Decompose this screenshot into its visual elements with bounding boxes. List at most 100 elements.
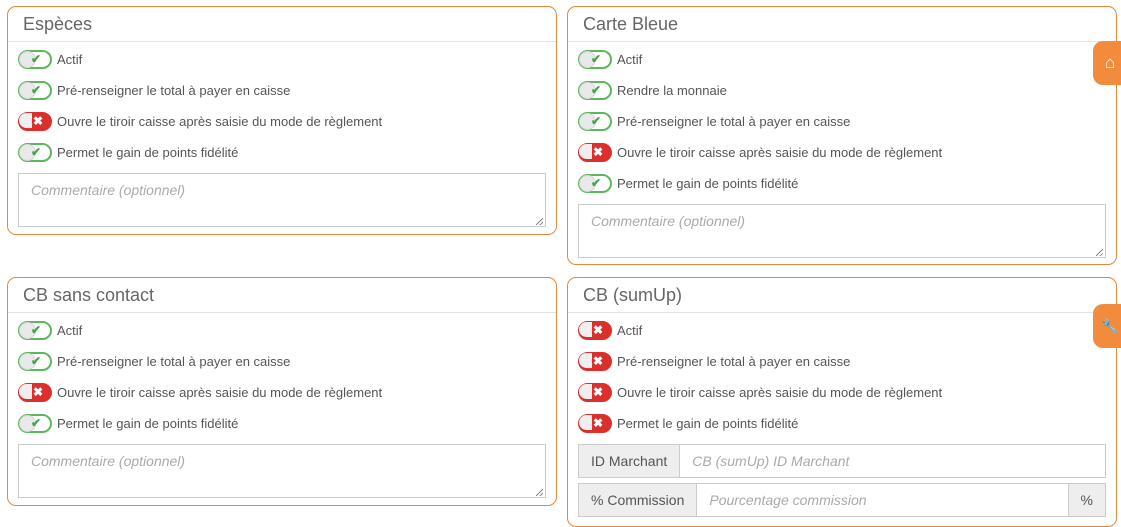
home-icon: ⌂: [1104, 53, 1116, 72]
commission-input[interactable]: Pourcentage commission: [697, 484, 1067, 516]
toggle-row: ✔ Pré-renseigner le total à payer en cai…: [18, 346, 556, 377]
toggle-switch[interactable]: ✔: [578, 50, 612, 69]
cross-icon: ✖: [33, 114, 44, 128]
toggle-label: Actif: [617, 52, 643, 67]
percent-suffix: %: [1067, 484, 1105, 516]
toggle-switch[interactable]: ✔: [18, 321, 52, 340]
commission-group: % Commission Pourcentage commission %: [578, 483, 1106, 517]
resize-grip-icon[interactable]: [536, 218, 543, 225]
merchant-id-addon: ID Marchant: [579, 445, 681, 477]
toggle-switch[interactable]: ✔: [18, 50, 52, 69]
toggle-label: Ouvre le tiroir caisse après saisie du m…: [617, 385, 943, 400]
toggle-label: Permet le gain de points fidélité: [617, 416, 799, 431]
toggle-row: ✖ Ouvre le tiroir caisse après saisie du…: [578, 137, 1116, 168]
toggle-switch[interactable]: ✖: [578, 352, 612, 371]
toggle-row: ✔ Permet le gain de points fidélité: [578, 168, 1116, 199]
toggle-label: Permet le gain de points fidélité: [617, 176, 799, 191]
check-icon: ✔: [591, 83, 602, 97]
toggle-label: Permet le gain de points fidélité: [57, 416, 239, 431]
toggle-label: Actif: [57, 323, 83, 338]
cross-icon: ✖: [593, 416, 604, 430]
toggle-label: Actif: [617, 323, 643, 338]
toggle-switch[interactable]: ✔: [18, 81, 52, 100]
toggle-row: ✔ Rendre la monnaie: [578, 75, 1116, 106]
toggle-row: ✖ Ouvre le tiroir caisse après saisie du…: [18, 377, 556, 408]
check-icon: ✔: [31, 83, 42, 97]
toggle-label: Rendre la monnaie: [617, 83, 727, 98]
cross-icon: ✖: [593, 323, 604, 337]
check-icon: ✔: [591, 52, 602, 66]
commission-addon: % Commission: [579, 484, 698, 516]
toggle-switch[interactable]: ✖: [18, 383, 52, 402]
resize-grip-icon[interactable]: [1096, 249, 1103, 256]
check-icon: ✔: [591, 176, 602, 190]
cross-icon: ✖: [593, 385, 604, 399]
resize-grip-icon[interactable]: [536, 489, 543, 496]
panel-title: Carte Bleue: [568, 7, 1116, 42]
toggle-switch[interactable]: ✔: [18, 352, 52, 371]
toggle-label: Ouvre le tiroir caisse après saisie du m…: [57, 385, 383, 400]
check-icon: ✔: [31, 416, 42, 430]
toggle-row: ✖ Permet le gain de points fidélité: [578, 408, 1116, 439]
toggle-label: Ouvre le tiroir caisse après saisie du m…: [617, 145, 943, 160]
toggle-switch[interactable]: ✖: [578, 321, 612, 340]
check-icon: ✔: [31, 354, 42, 368]
comment-textarea[interactable]: Commentaire (optionnel): [18, 173, 546, 227]
settings-button[interactable]: 🔧: [1093, 304, 1121, 348]
comment-textarea[interactable]: Commentaire (optionnel): [18, 444, 546, 498]
comment-placeholder: Commentaire (optionnel): [31, 182, 186, 198]
toggle-switch[interactable]: ✖: [18, 112, 52, 131]
cross-icon: ✖: [593, 354, 604, 368]
toggle-label: Permet le gain de points fidélité: [57, 145, 239, 160]
toggle-switch[interactable]: ✔: [18, 414, 52, 433]
panel-cb-sans-contact: CB sans contact ✔ Actif ✔ Pré-renseigner…: [7, 277, 557, 506]
check-icon: ✔: [31, 145, 42, 159]
toggle-label: Pré-renseigner le total à payer en caiss…: [617, 114, 851, 129]
toggle-row: ✔ Actif: [578, 44, 1116, 75]
toggle-switch[interactable]: ✔: [18, 143, 52, 162]
toggle-row: ✖ Pré-renseigner le total à payer en cai…: [578, 346, 1116, 377]
toggle-label: Pré-renseigner le total à payer en caiss…: [57, 354, 291, 369]
toggle-row: ✔ Pré-renseigner le total à payer en cai…: [578, 106, 1116, 137]
panel-cb-sumup: CB (sumUp) ✖ Actif ✖ Pré-renseigner le t…: [567, 277, 1117, 527]
comment-placeholder: Commentaire (optionnel): [31, 453, 186, 469]
toggle-row: ✖ Ouvre le tiroir caisse après saisie du…: [18, 106, 556, 137]
panel-title: CB sans contact: [8, 278, 556, 313]
toggle-switch[interactable]: ✔: [578, 112, 612, 131]
toggle-label: Pré-renseigner le total à payer en caiss…: [617, 354, 851, 369]
toggle-row: ✔ Actif: [18, 44, 556, 75]
toggle-list: ✖ Actif ✖ Pré-renseigner le total à paye…: [568, 313, 1116, 517]
toggle-list: ✔ Actif ✔ Pré-renseigner le total à paye…: [8, 313, 556, 498]
merchant-id-group: ID Marchant CB (sumUp) ID Marchant: [578, 444, 1106, 478]
panel-title: Espèces: [8, 7, 556, 42]
toggle-switch[interactable]: ✖: [578, 383, 612, 402]
toggle-switch[interactable]: ✔: [578, 81, 612, 100]
panel-carte-bleue: Carte Bleue ✔ Actif ✔ Rendre la monnaie …: [567, 6, 1117, 265]
merchant-id-input[interactable]: CB (sumUp) ID Marchant: [680, 445, 1105, 477]
toggle-list: ✔ Actif ✔ Rendre la monnaie ✔ Pré-rensei…: [568, 42, 1116, 258]
toggle-switch[interactable]: ✖: [578, 143, 612, 162]
toggle-label: Pré-renseigner le total à payer en caiss…: [57, 83, 291, 98]
check-icon: ✔: [31, 52, 42, 66]
toggle-switch[interactable]: ✔: [578, 174, 612, 193]
cross-icon: ✖: [593, 145, 604, 159]
toggle-row: ✔ Permet le gain de points fidélité: [18, 408, 556, 439]
comment-placeholder: Commentaire (optionnel): [591, 213, 746, 229]
check-icon: ✔: [31, 323, 42, 337]
check-icon: ✔: [591, 114, 602, 128]
toggle-row: ✔ Pré-renseigner le total à payer en cai…: [18, 75, 556, 106]
wrench-icon: 🔧: [1101, 317, 1119, 334]
toggle-label: Actif: [57, 52, 83, 67]
toggle-row: ✔ Permet le gain de points fidélité: [18, 137, 556, 168]
toggle-row: ✖ Ouvre le tiroir caisse après saisie du…: [578, 377, 1116, 408]
toggle-row: ✖ Actif: [578, 315, 1116, 346]
comment-textarea[interactable]: Commentaire (optionnel): [578, 204, 1106, 258]
panel-especes: Espèces ✔ Actif ✔ Pré-renseigner le tota…: [7, 6, 557, 235]
toggle-label: Ouvre le tiroir caisse après saisie du m…: [57, 114, 383, 129]
toggle-list: ✔ Actif ✔ Pré-renseigner le total à paye…: [8, 42, 556, 227]
panel-title: CB (sumUp): [568, 278, 1116, 313]
toggle-row: ✔ Actif: [18, 315, 556, 346]
home-button[interactable]: ⌂: [1093, 41, 1121, 85]
toggle-switch[interactable]: ✖: [578, 414, 612, 433]
cross-icon: ✖: [33, 385, 44, 399]
